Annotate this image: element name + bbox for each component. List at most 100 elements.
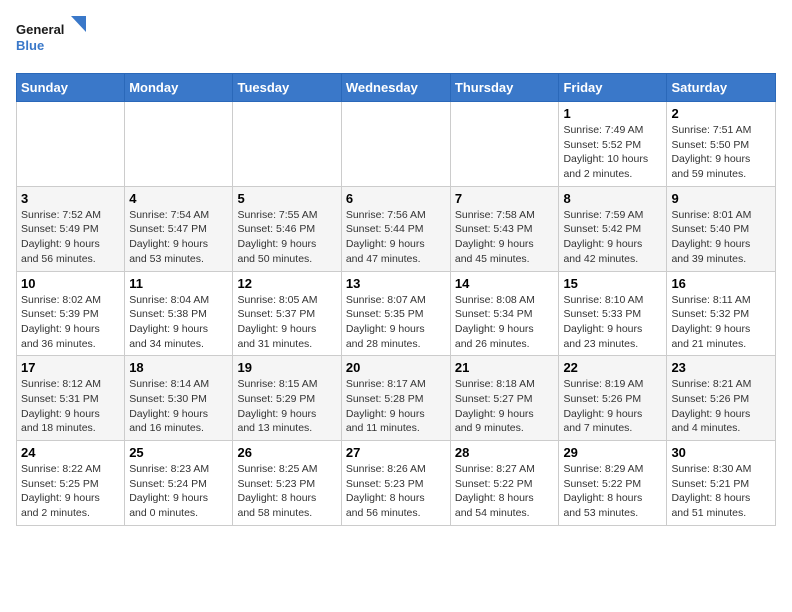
day-cell — [233, 102, 341, 187]
logo-svg: General Blue — [16, 16, 86, 61]
day-info: Sunrise: 8:10 AM Sunset: 5:33 PM Dayligh… — [563, 293, 662, 352]
day-number: 18 — [129, 360, 228, 375]
day-info: Sunrise: 7:56 AM Sunset: 5:44 PM Dayligh… — [346, 208, 446, 267]
day-number: 23 — [671, 360, 771, 375]
weekday-header-wednesday: Wednesday — [341, 74, 450, 102]
day-cell: 12Sunrise: 8:05 AM Sunset: 5:37 PM Dayli… — [233, 271, 341, 356]
weekday-header-sunday: Sunday — [17, 74, 125, 102]
day-cell: 16 Sunrise: 8:11 AM Sunset: 5:32 PM Dayli… — [667, 271, 776, 356]
day-number: 9 — [671, 191, 771, 206]
day-number: 29 — [563, 445, 662, 460]
day-number: 8 — [563, 191, 662, 206]
day-info: Sunrise: 8:27 AM Sunset: 5:22 PM Dayligh… — [455, 462, 555, 521]
day-number: 22 — [563, 360, 662, 375]
day-info: Sunrise: 8:17 AM Sunset: 5:28 PM Dayligh… — [346, 377, 446, 436]
day-info: Sunrise: 7:54 AM Sunset: 5:47 PM Dayligh… — [129, 208, 228, 267]
day-cell: 22 Sunrise: 8:19 AM Sunset: 5:26 PM Dayli… — [559, 356, 667, 441]
day-cell: 24 Sunrise: 8:22 AM Sunset: 5:25 PM Dayli… — [17, 441, 125, 526]
day-info: Sunrise: 8:12 AM Sunset: 5:31 PM Dayligh… — [21, 377, 120, 436]
day-cell: 8 Sunrise: 7:59 AM Sunset: 5:42 PM Daylig… — [559, 186, 667, 271]
weekday-header-friday: Friday — [559, 74, 667, 102]
day-info: Sunrise: 8:11 AM Sunset: 5:32 PM Dayligh… — [671, 293, 771, 352]
day-number: 24 — [21, 445, 120, 460]
day-info: Sunrise: 8:29 AM Sunset: 5:22 PM Dayligh… — [563, 462, 662, 521]
week-row-5: 24 Sunrise: 8:22 AM Sunset: 5:25 PM Dayli… — [17, 441, 776, 526]
day-number: 17 — [21, 360, 120, 375]
day-cell: 18 Sunrise: 8:14 AM Sunset: 5:30 PM Dayli… — [125, 356, 233, 441]
day-cell: 6 Sunrise: 7:56 AM Sunset: 5:44 PM Daylig… — [341, 186, 450, 271]
day-number: 4 — [129, 191, 228, 206]
day-info: Sunrise: 8:05 AM Sunset: 5:37 PM Dayligh… — [237, 293, 336, 352]
day-cell: 14Sunrise: 8:08 AM Sunset: 5:34 PM Dayli… — [450, 271, 559, 356]
weekday-header-tuesday: Tuesday — [233, 74, 341, 102]
day-number: 26 — [237, 445, 336, 460]
day-info: Sunrise: 8:14 AM Sunset: 5:30 PM Dayligh… — [129, 377, 228, 436]
day-cell — [450, 102, 559, 187]
day-cell: 7 Sunrise: 7:58 AM Sunset: 5:43 PM Daylig… — [450, 186, 559, 271]
day-info: Sunrise: 8:19 AM Sunset: 5:26 PM Dayligh… — [563, 377, 662, 436]
day-number: 11 — [129, 276, 228, 291]
day-number: 6 — [346, 191, 446, 206]
day-info: Sunrise: 8:22 AM Sunset: 5:25 PM Dayligh… — [21, 462, 120, 521]
week-row-3: 10 Sunrise: 8:02 AM Sunset: 5:39 PM Dayli… — [17, 271, 776, 356]
day-cell: 4 Sunrise: 7:54 AM Sunset: 5:47 PM Daylig… — [125, 186, 233, 271]
day-number: 15 — [563, 276, 662, 291]
day-info: Sunrise: 8:07 AM Sunset: 5:35 PM Dayligh… — [346, 293, 446, 352]
day-info: Sunrise: 7:51 AM Sunset: 5:50 PM Dayligh… — [671, 123, 771, 182]
week-row-1: 1 Sunrise: 7:49 AM Sunset: 5:52 PM Daylig… — [17, 102, 776, 187]
day-number: 7 — [455, 191, 555, 206]
day-cell: 15 Sunrise: 8:10 AM Sunset: 5:33 PM Dayli… — [559, 271, 667, 356]
day-info: Sunrise: 8:30 AM Sunset: 5:21 PM Dayligh… — [671, 462, 771, 521]
day-cell: 13Sunrise: 8:07 AM Sunset: 5:35 PM Dayli… — [341, 271, 450, 356]
day-cell: 1 Sunrise: 7:49 AM Sunset: 5:52 PM Daylig… — [559, 102, 667, 187]
day-number: 2 — [671, 106, 771, 121]
day-info: Sunrise: 8:15 AM Sunset: 5:29 PM Dayligh… — [237, 377, 336, 436]
day-number: 20 — [346, 360, 446, 375]
day-number: 21 — [455, 360, 555, 375]
day-cell: 10 Sunrise: 8:02 AM Sunset: 5:39 PM Dayli… — [17, 271, 125, 356]
calendar: SundayMondayTuesdayWednesdayThursdayFrid… — [16, 73, 776, 526]
day-number: 10 — [21, 276, 120, 291]
day-cell: 3 Sunrise: 7:52 AM Sunset: 5:49 PM Daylig… — [17, 186, 125, 271]
day-number: 27 — [346, 445, 446, 460]
day-cell: 19 Sunrise: 8:15 AM Sunset: 5:29 PM Dayli… — [233, 356, 341, 441]
day-info: Sunrise: 8:23 AM Sunset: 5:24 PM Dayligh… — [129, 462, 228, 521]
day-info: Sunrise: 8:08 AM Sunset: 5:34 PM Dayligh… — [455, 293, 555, 352]
day-cell: 25 Sunrise: 8:23 AM Sunset: 5:24 PM Dayli… — [125, 441, 233, 526]
day-info: Sunrise: 8:25 AM Sunset: 5:23 PM Dayligh… — [237, 462, 336, 521]
day-cell: 28 Sunrise: 8:27 AM Sunset: 5:22 PM Dayli… — [450, 441, 559, 526]
day-number: 25 — [129, 445, 228, 460]
day-info: Sunrise: 8:18 AM Sunset: 5:27 PM Dayligh… — [455, 377, 555, 436]
day-number: 5 — [237, 191, 336, 206]
day-cell: 29 Sunrise: 8:29 AM Sunset: 5:22 PM Dayli… — [559, 441, 667, 526]
day-info: Sunrise: 7:52 AM Sunset: 5:49 PM Dayligh… — [21, 208, 120, 267]
day-cell — [17, 102, 125, 187]
day-cell: 27Sunrise: 8:26 AM Sunset: 5:23 PM Dayli… — [341, 441, 450, 526]
day-info: Sunrise: 7:49 AM Sunset: 5:52 PM Dayligh… — [563, 123, 662, 182]
day-number: 3 — [21, 191, 120, 206]
svg-text:Blue: Blue — [16, 38, 44, 53]
day-info: Sunrise: 8:02 AM Sunset: 5:39 PM Dayligh… — [21, 293, 120, 352]
day-cell — [125, 102, 233, 187]
day-cell: 11 Sunrise: 8:04 AM Sunset: 5:38 PM Dayli… — [125, 271, 233, 356]
weekday-header-row: SundayMondayTuesdayWednesdayThursdayFrid… — [17, 74, 776, 102]
day-info: Sunrise: 7:59 AM Sunset: 5:42 PM Dayligh… — [563, 208, 662, 267]
day-cell: 20 Sunrise: 8:17 AM Sunset: 5:28 PM Dayli… — [341, 356, 450, 441]
day-cell: 30Sunrise: 8:30 AM Sunset: 5:21 PM Dayli… — [667, 441, 776, 526]
day-cell: 9 Sunrise: 8:01 AM Sunset: 5:40 PM Daylig… — [667, 186, 776, 271]
day-number: 19 — [237, 360, 336, 375]
day-number: 1 — [563, 106, 662, 121]
day-cell: 21 Sunrise: 8:18 AM Sunset: 5:27 PM Dayli… — [450, 356, 559, 441]
weekday-header-monday: Monday — [125, 74, 233, 102]
day-cell: 17 Sunrise: 8:12 AM Sunset: 5:31 PM Dayli… — [17, 356, 125, 441]
day-number: 28 — [455, 445, 555, 460]
day-info: Sunrise: 8:01 AM Sunset: 5:40 PM Dayligh… — [671, 208, 771, 267]
logo: General Blue — [16, 16, 86, 61]
day-info: Sunrise: 7:58 AM Sunset: 5:43 PM Dayligh… — [455, 208, 555, 267]
weekday-header-saturday: Saturday — [667, 74, 776, 102]
day-info: Sunrise: 8:04 AM Sunset: 5:38 PM Dayligh… — [129, 293, 228, 352]
day-info: Sunrise: 7:55 AM Sunset: 5:46 PM Dayligh… — [237, 208, 336, 267]
day-number: 16 — [671, 276, 771, 291]
day-info: Sunrise: 8:21 AM Sunset: 5:26 PM Dayligh… — [671, 377, 771, 436]
day-cell — [341, 102, 450, 187]
